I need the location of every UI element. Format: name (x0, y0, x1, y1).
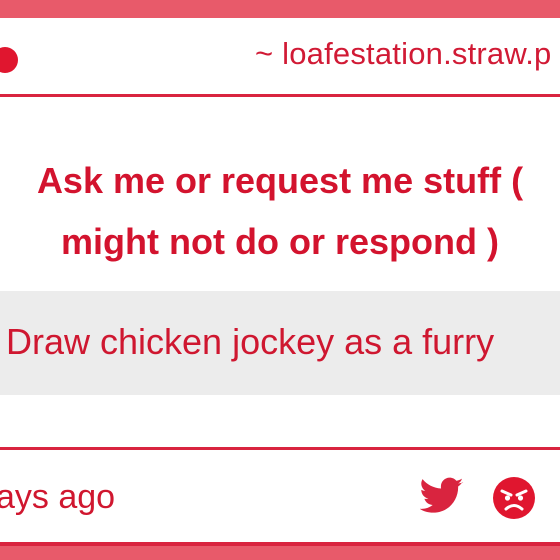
bottom-border-band (0, 542, 560, 560)
top-border-band (0, 0, 560, 18)
header-bar: ~ loafestation.straw.p (0, 18, 560, 97)
bottom-border-line (0, 542, 560, 546)
question-heading: Ask me or request me stuff ( might not d… (0, 150, 560, 272)
twitter-icon[interactable] (420, 477, 464, 515)
site-url[interactable]: ~ loafestation.straw.p (255, 36, 552, 72)
question-line-2: might not do or respond ) (61, 221, 499, 262)
timestamp: ays ago (0, 478, 116, 516)
question-line-1: Ask me or request me stuff ( (36, 160, 524, 201)
footer-bar: ays ago (0, 447, 560, 545)
angry-face-icon[interactable] (492, 476, 536, 520)
prompt-text: Draw chicken jockey as a furry (6, 321, 495, 362)
red-dot-icon (0, 47, 18, 73)
prompt-box: Draw chicken jockey as a furry (0, 291, 560, 395)
